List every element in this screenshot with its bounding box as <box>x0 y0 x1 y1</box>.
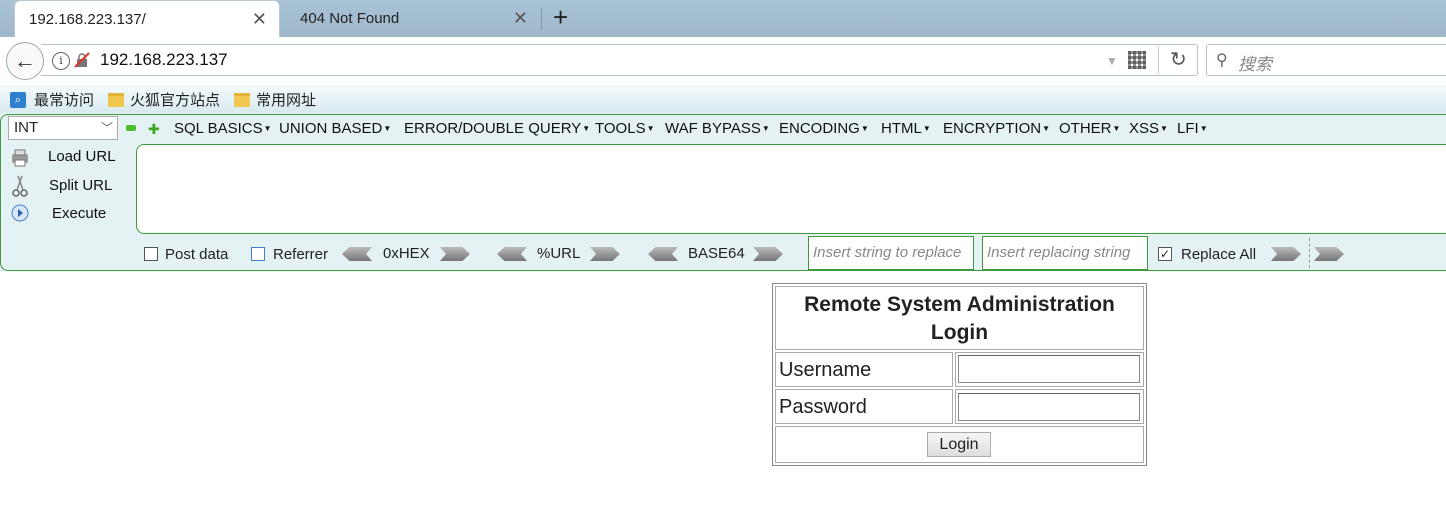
menu-lfi[interactable]: LFI▼ <box>1177 120 1208 137</box>
referrer-checkbox[interactable] <box>251 247 265 261</box>
toolbar-divider <box>1309 238 1310 268</box>
password-label: Password <box>775 389 953 424</box>
menu-html[interactable]: HTML▼ <box>881 120 931 137</box>
menu-error-double-query[interactable]: ERROR/DOUBLE QUERY▼ <box>404 120 590 137</box>
menu-label: WAF BYPASS <box>665 120 761 137</box>
load-url-button[interactable]: Load URL <box>48 148 116 165</box>
dropdown-triangle-icon: ▼ <box>761 124 770 133</box>
type-select[interactable]: INT ﹀ <box>8 116 118 140</box>
tab-title: 404 Not Found <box>300 10 400 27</box>
bookmark-most-visited[interactable]: ⌕ 最常访问 <box>10 89 94 110</box>
decrease-icon[interactable] <box>126 125 136 131</box>
insecure-lock-icon[interactable] <box>74 52 90 68</box>
dropdown-triangle-icon: ▼ <box>263 124 272 133</box>
password-input[interactable] <box>958 393 1140 421</box>
dropdown-triangle-icon: ▼ <box>922 124 931 133</box>
dropdown-triangle-icon: ▼ <box>1160 124 1168 133</box>
menu-label: OTHER <box>1059 120 1112 137</box>
username-label: Username <box>775 352 953 387</box>
new-tab-icon[interactable]: + <box>553 2 568 33</box>
chevron-down-icon: ﹀ <box>100 121 113 135</box>
post-data-label: Post data <box>165 246 229 263</box>
bookmark-label: 常用网址 <box>256 92 317 109</box>
tab-active[interactable]: 192.168.223.137/ ✕ <box>14 0 280 37</box>
close-tab-icon[interactable]: ✕ <box>252 9 267 30</box>
base64-label: BASE64 <box>688 245 745 262</box>
execute-button[interactable]: Execute <box>52 205 106 222</box>
folder-icon <box>234 92 250 107</box>
bookmark-firefox-site[interactable]: 火狐官方站点 <box>108 89 220 110</box>
tab-inactive[interactable]: 404 Not Found ✕ <box>286 0 540 37</box>
dropdown-triangle-icon: ▼ <box>383 124 392 133</box>
url-encode-label: %URL <box>537 245 581 262</box>
menu-xss[interactable]: XSS▼ <box>1129 120 1168 137</box>
login-title-cell: Remote System Administration Login <box>775 286 1144 350</box>
dropdown-triangle-icon: ▼ <box>1199 124 1208 133</box>
folder-icon <box>108 92 124 107</box>
login-button[interactable]: Login <box>927 432 991 457</box>
post-data-checkbox[interactable] <box>144 247 158 261</box>
most-visited-icon: ⌕ <box>10 91 26 108</box>
menu-label: UNION BASED <box>279 120 383 137</box>
url-dropdown-icon[interactable]: ▼ <box>1106 54 1118 68</box>
tab-title: 192.168.223.137/ <box>29 10 146 28</box>
reload-icon[interactable]: ↻ <box>1170 47 1187 72</box>
menu-encoding[interactable]: ENCODING▼ <box>779 120 869 137</box>
type-select-value: INT <box>14 119 39 136</box>
menu-waf-bypass[interactable]: WAF BYPASS▼ <box>665 120 770 137</box>
replace-all-checkbox[interactable]: ✓ <box>1158 247 1172 261</box>
menu-tools[interactable]: TOOLS▼ <box>595 120 655 137</box>
info-icon[interactable]: i <box>52 52 70 70</box>
page-title: Remote System Administration <box>804 293 1115 316</box>
menu-label: ERROR/DOUBLE QUERY <box>404 120 582 137</box>
referrer-label: Referrer <box>273 246 329 263</box>
split-url-icon[interactable] <box>10 175 30 197</box>
menu-union-based[interactable]: UNION BASED▼ <box>279 120 391 137</box>
qr-code-icon[interactable] <box>1128 51 1146 69</box>
menu-label: ENCODING <box>779 120 860 137</box>
url-textarea[interactable] <box>136 144 1446 234</box>
dropdown-triangle-icon: ▼ <box>860 124 869 133</box>
menu-label: HTML <box>881 120 922 137</box>
menu-label: TOOLS <box>595 120 646 137</box>
menu-other[interactable]: OTHER▼ <box>1059 120 1120 137</box>
bookmark-label: 火狐官方站点 <box>130 92 221 109</box>
menu-label: SQL BASICS <box>174 120 263 137</box>
execute-icon[interactable] <box>10 204 30 222</box>
replace-string-input[interactable]: Insert string to replace <box>808 236 974 270</box>
dropdown-triangle-icon: ▼ <box>1042 124 1050 133</box>
hex-label: 0xHEX <box>383 245 430 262</box>
load-url-icon[interactable] <box>10 149 30 167</box>
url-text[interactable]: 192.168.223.137 <box>100 50 228 70</box>
close-tab-icon[interactable]: ✕ <box>513 8 528 29</box>
search-icon: ⚲ <box>1216 52 1228 69</box>
increase-icon[interactable]: ✚ <box>148 121 160 138</box>
replacing-string-input[interactable]: Insert replacing string <box>982 236 1148 270</box>
tab-separator <box>541 8 542 30</box>
search-placeholder[interactable]: 搜索 <box>1238 50 1272 75</box>
bookmark-label: 最常访问 <box>34 92 95 109</box>
menu-label: ENCRYPTION <box>943 120 1042 137</box>
page-title-line2: Login <box>930 321 989 344</box>
dropdown-triangle-icon: ▼ <box>582 124 591 133</box>
menu-label: LFI <box>1177 120 1199 137</box>
replace-all-label: Replace All <box>1181 246 1257 263</box>
menu-label: XSS <box>1129 120 1160 137</box>
back-arrow-icon[interactable]: ← <box>6 42 44 80</box>
username-input[interactable] <box>958 355 1140 383</box>
bookmark-common-sites[interactable]: 常用网址 <box>234 89 316 110</box>
dropdown-triangle-icon: ▼ <box>646 124 655 133</box>
menu-encryption[interactable]: ENCRYPTION▼ <box>943 120 1050 137</box>
menu-sql-basics[interactable]: SQL BASICS▼ <box>174 120 272 137</box>
dropdown-triangle-icon: ▼ <box>1112 124 1121 133</box>
url-divider <box>1158 46 1159 74</box>
split-url-button[interactable]: Split URL <box>49 177 112 194</box>
